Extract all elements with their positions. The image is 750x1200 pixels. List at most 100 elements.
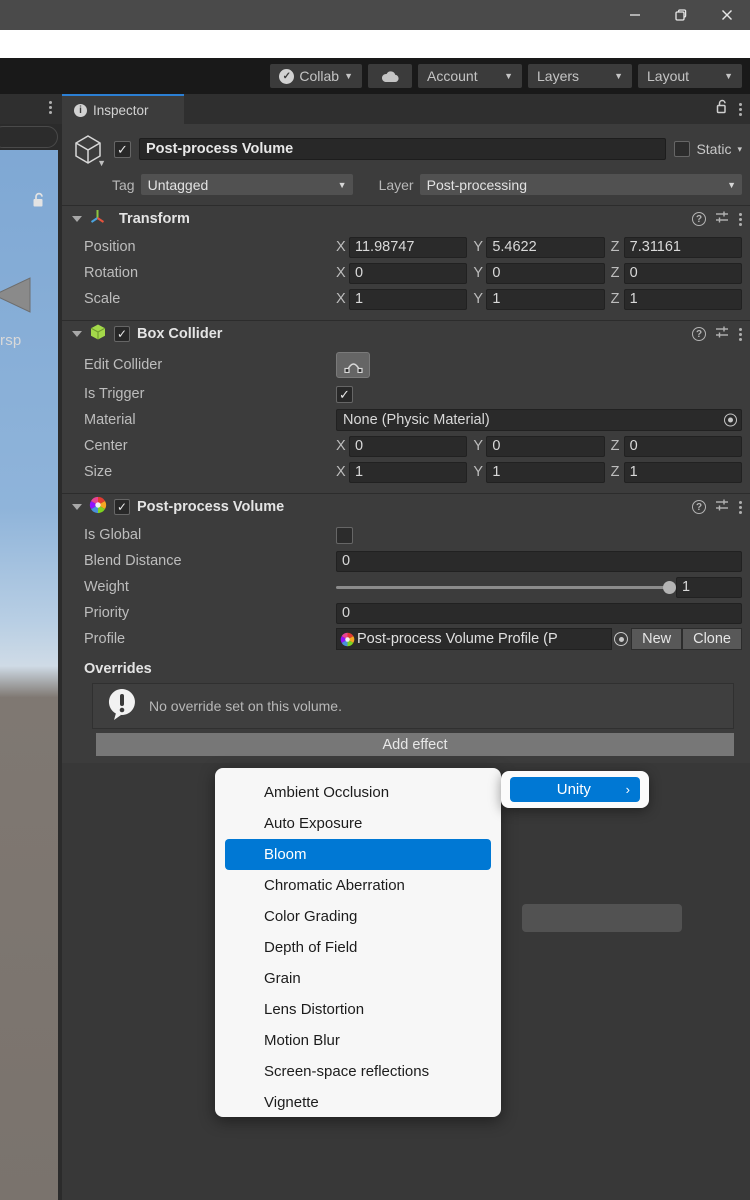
static-checkbox[interactable]: [674, 141, 691, 157]
chevron-down-icon: ▼: [337, 179, 347, 190]
collab-label: Collab: [299, 68, 340, 84]
tag-dropdown[interactable]: Untagged ▼: [140, 174, 353, 195]
weight-slider[interactable]: [336, 580, 676, 594]
collapse-triangle-icon[interactable]: [72, 504, 82, 510]
row-is-trigger: Is Trigger ✓: [70, 382, 742, 406]
row-edit-collider: Edit Collider: [70, 350, 742, 380]
size-x-input[interactable]: 1: [349, 461, 468, 483]
collab-button[interactable]: ✓ Collab ▼: [270, 64, 362, 88]
add-effect-button[interactable]: Add effect: [96, 733, 734, 756]
chevron-down-icon[interactable]: ▼: [97, 158, 106, 168]
weight-value-input[interactable]: 1: [676, 576, 742, 598]
scale-x-input[interactable]: 1: [349, 288, 468, 310]
slider-handle[interactable]: [663, 580, 676, 594]
layers-button[interactable]: Layers ▼: [528, 64, 632, 88]
object-picker-icon[interactable]: [614, 632, 629, 646]
menu-item-lens-distortion[interactable]: Lens Distortion: [215, 994, 501, 1025]
gameobject-name-input[interactable]: Post-process Volume: [139, 138, 667, 160]
center-y-input[interactable]: 0: [486, 435, 605, 457]
position-x-input[interactable]: 11.98747: [349, 236, 468, 258]
preset-icon[interactable]: [715, 325, 730, 344]
kebab-menu-icon[interactable]: [49, 101, 52, 114]
kebab-menu-icon[interactable]: [739, 500, 742, 514]
gameobject-enabled-checkbox[interactable]: ✓: [114, 140, 131, 158]
menu-item-depth-of-field[interactable]: Depth of Field: [215, 932, 501, 963]
layer-value: Post-processing: [426, 176, 527, 193]
static-flags[interactable]: Static ▾: [674, 141, 742, 157]
box-collider-enabled-checkbox[interactable]: ✓: [114, 326, 130, 342]
axis-label: X: [336, 239, 346, 255]
menu-item-screen-space-reflections[interactable]: Screen-space reflections: [215, 1056, 501, 1087]
component-header[interactable]: ✓ Post-process Volume ?: [62, 494, 750, 520]
chevron-down-icon[interactable]: ▾: [737, 144, 742, 155]
size-z-input[interactable]: 1: [623, 461, 742, 483]
restore-button[interactable]: [658, 0, 704, 30]
unity-submenu-button[interactable]: Unity ›: [510, 777, 640, 802]
object-picker-icon[interactable]: [724, 413, 737, 427]
center-x-input[interactable]: 0: [349, 435, 468, 457]
cloud-services-button[interactable]: [368, 64, 412, 88]
row-label: Profile: [84, 631, 126, 647]
add-component-button[interactable]: [522, 904, 682, 932]
menu-item-ambient-occlusion[interactable]: Ambient Occlusion: [215, 777, 501, 808]
minimize-button[interactable]: [612, 0, 658, 30]
priority-input[interactable]: 0: [336, 602, 742, 624]
position-y-input[interactable]: 5.4622: [486, 236, 605, 258]
help-icon[interactable]: ?: [692, 212, 706, 226]
rotation-z-input[interactable]: 0: [623, 262, 742, 284]
profile-object-field[interactable]: Post-process Volume Profile (P: [336, 628, 613, 650]
menu-item-auto-exposure[interactable]: Auto Exposure: [215, 808, 501, 839]
clone-profile-button[interactable]: Clone: [682, 628, 742, 650]
component-header[interactable]: ✓ Box Collider ?: [62, 321, 750, 347]
center-z-input[interactable]: 0: [623, 435, 742, 457]
is-global-checkbox[interactable]: [336, 526, 353, 544]
menu-item-vignette[interactable]: Vignette: [215, 1087, 501, 1117]
menu-item-motion-blur[interactable]: Motion Blur: [215, 1025, 501, 1056]
kebab-menu-icon[interactable]: [739, 102, 742, 116]
chevron-right-icon: ›: [625, 782, 630, 797]
profile-value: Post-process Volume Profile (P: [357, 631, 558, 647]
account-button[interactable]: Account ▼: [418, 64, 522, 88]
scale-z-input[interactable]: 1: [623, 288, 742, 310]
position-z-input[interactable]: 7.31161: [623, 236, 742, 258]
kebab-menu-icon[interactable]: [739, 212, 742, 226]
collapse-triangle-icon[interactable]: [72, 331, 82, 337]
rotation-x-input[interactable]: 0: [349, 262, 468, 284]
edit-collider-button[interactable]: [336, 352, 370, 378]
axis-label: Y: [473, 438, 483, 454]
hierarchy-search-input[interactable]: [0, 126, 58, 148]
collapse-triangle-icon[interactable]: [72, 216, 82, 222]
menu-item-chromatic-aberration[interactable]: Chromatic Aberration: [215, 870, 501, 901]
size-y-input[interactable]: 1: [486, 461, 605, 483]
material-object-field[interactable]: None (Physic Material): [336, 409, 742, 431]
layer-dropdown[interactable]: Post-processing ▼: [419, 174, 742, 195]
post-process-volume-enabled-checkbox[interactable]: ✓: [114, 499, 130, 515]
new-profile-button[interactable]: New: [631, 628, 683, 650]
blend-distance-input[interactable]: 0: [336, 550, 742, 572]
kebab-menu-icon[interactable]: [739, 327, 742, 341]
row-label: Rotation: [84, 265, 139, 281]
scene-viewport[interactable]: rsp: [0, 150, 58, 1200]
menu-item-grain[interactable]: Grain: [215, 963, 501, 994]
menu-item-color-grading[interactable]: Color Grading: [215, 901, 501, 932]
tab-inspector[interactable]: i Inspector: [62, 94, 184, 124]
help-icon[interactable]: ?: [692, 500, 706, 514]
menu-item-bloom[interactable]: Bloom: [225, 839, 491, 870]
layout-button[interactable]: Layout ▼: [638, 64, 742, 88]
scene-partial-label: rsp: [0, 332, 22, 349]
help-icon[interactable]: ?: [692, 327, 706, 341]
unlock-icon[interactable]: [716, 99, 729, 120]
axis-label: Y: [473, 265, 483, 281]
box-collider-icon: [89, 323, 107, 346]
cube-icon[interactable]: ▼: [70, 132, 106, 168]
tag-label: Tag: [112, 176, 135, 193]
scale-y-input[interactable]: 1: [486, 288, 605, 310]
is-trigger-checkbox[interactable]: ✓: [336, 385, 353, 403]
overrides-helpbox: No override set on this volume.: [92, 683, 734, 729]
preset-icon[interactable]: [715, 498, 730, 517]
component-header[interactable]: Transform ?: [62, 206, 750, 232]
rotation-y-input[interactable]: 0: [486, 262, 605, 284]
close-button[interactable]: [704, 0, 750, 30]
transform-axis-icon: [89, 208, 106, 230]
preset-icon[interactable]: [715, 210, 730, 229]
